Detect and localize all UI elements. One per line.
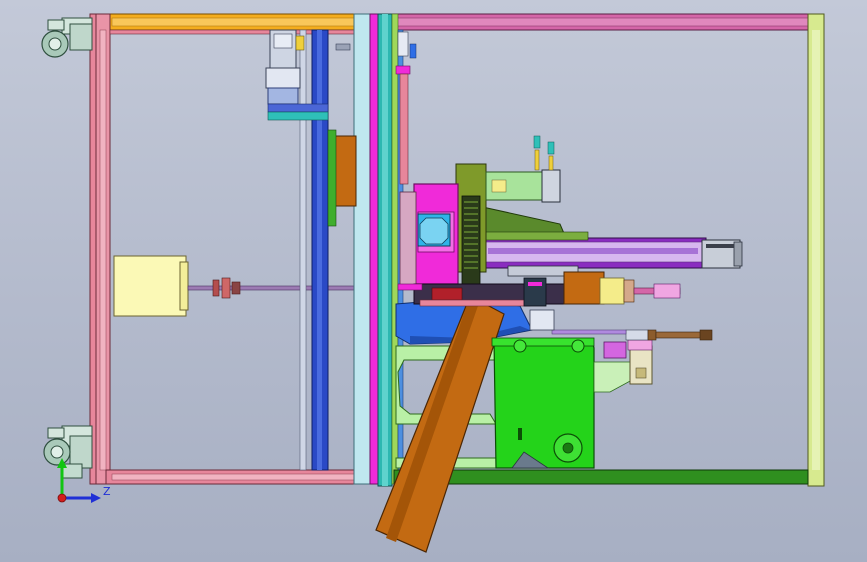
bracket-pivot-left [513,339,527,353]
caster-bottom [43,425,93,479]
upper-cylinder-assembly [265,29,351,121]
motor-cable-plugs [533,135,555,171]
upper-motor-band [491,179,507,193]
linear-actuator-slot [488,248,698,254]
through-shaft-magenta [397,283,423,291]
shaft-coupling-left [212,277,241,299]
bracket-wheel-inner [562,442,574,454]
vertical-guide-thin [299,29,307,471]
actuator-motor-right-end [733,241,743,267]
vertical-post-magenta [369,13,379,485]
caster-top [41,17,93,58]
motor-body-left [113,255,187,317]
cad-viewport[interactable]: Z [0,0,867,562]
drive-housing-red [431,287,463,301]
actuator-motor-right-band [706,244,734,248]
green-guide-plate [327,129,337,227]
frame-bottom-bar-left-inner [111,473,356,481]
motor-flange-left [179,261,189,311]
frame-top-bar-right-inner [395,17,817,27]
gripper-sideplate [399,191,417,287]
bronze-bearing-block [333,135,357,207]
cylinder-head-lilac [627,339,653,351]
frame-left-post-inner [99,29,107,471]
gripper-window-octagon [419,217,449,245]
cylinder-mount-slot [635,367,647,379]
upper-motor-end [541,169,561,203]
olive-rail [477,231,589,241]
pneumatic-cylinder-right [625,329,713,341]
gear-comb-plate [461,195,481,285]
frame-right-post-inner [812,30,820,470]
drive-pulley-band [528,282,542,286]
base-rail-darkgreen [393,469,809,485]
vertical-post-teal-inner [382,14,388,486]
drive-shaft-lower [419,299,531,307]
vertical-post-lightblue [353,13,371,485]
drive-rod-collar [653,283,681,299]
drive-motor-yellow [599,277,625,305]
small-clamp-block [529,309,555,331]
frame-top-bar-left-inner [111,17,356,27]
cylinder-head-magenta [603,341,627,359]
drive-motor-bottom [563,271,605,305]
bracket-slot [518,428,522,440]
side-link-light [593,361,633,393]
drive-motor-cap [623,279,635,303]
machine-assembly-drawing [41,13,825,553]
triad-z-label: Z [103,485,111,498]
cylinder-rod-lilac [551,329,627,335]
bracket-pivot-right [571,339,585,353]
vertical-rail-blue-inner [317,30,322,470]
